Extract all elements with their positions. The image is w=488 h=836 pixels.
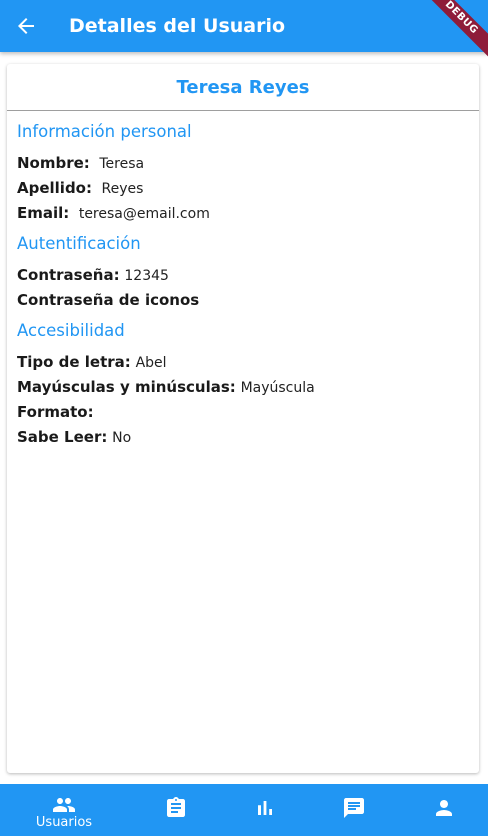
user-full-name: Teresa Reyes [176, 77, 310, 98]
nav-item-usuarios[interactable]: Usuarios [34, 784, 94, 836]
person-icon [436, 800, 452, 816]
field-label: Sabe Leer: [17, 428, 108, 446]
field-label: Apellido: [17, 179, 92, 197]
field-value: Mayúscula [240, 380, 315, 396]
assignment-icon [167, 797, 185, 817]
field-font: Tipo de letra: Abel [17, 351, 167, 374]
field-case: Mayúsculas y minúsculas: Mayúscula [17, 376, 315, 399]
field-value: teresa@email.com [78, 206, 210, 222]
field-icon-password: Contraseña de iconos [17, 289, 199, 311]
field-label: Email: [17, 204, 70, 222]
debug-banner: DEBUG [416, 0, 488, 63]
user-details-card: Teresa Reyes Información personal Nombre… [7, 64, 479, 773]
field-value: Teresa [99, 156, 145, 172]
field-apellido: Apellido: Reyes [17, 177, 143, 200]
section-title-auth: Autentificación [17, 234, 141, 253]
field-label: Tipo de letra: [17, 353, 131, 371]
field-email: Email: teresa@email.com [17, 202, 210, 225]
field-label: Nombre: [17, 154, 90, 172]
card-header: Teresa Reyes [7, 64, 479, 111]
field-password: Contraseña: 12345 [17, 264, 169, 287]
field-nombre: Nombre: Teresa [17, 152, 144, 175]
field-label: Contraseña: [17, 266, 120, 284]
bar-chart-icon [258, 801, 272, 815]
nav-item-stats[interactable] [235, 784, 295, 836]
section-title-accessibility: Accesibilidad [17, 321, 125, 340]
page-title: Detalles del Usuario [69, 15, 286, 37]
field-value: 12345 [124, 268, 169, 284]
nav-item-assignments[interactable] [146, 784, 206, 836]
field-value: Abel [135, 355, 167, 371]
nav-label-usuarios: Usuarios [35, 815, 93, 830]
section-title-personal: Información personal [17, 122, 192, 141]
app-bar: Detalles del Usuario DEBUG [0, 0, 488, 63]
people-icon [53, 798, 75, 812]
field-reads: Sabe Leer: No [17, 426, 131, 449]
user-details-screen: Detalles del Usuario DEBUG Teresa Reyes … [0, 0, 488, 836]
field-format: Formato: [17, 401, 94, 424]
field-label: Contraseña de iconos [17, 291, 200, 309]
back-button[interactable] [10, 10, 42, 42]
bottom-navigation: Usuarios [0, 784, 488, 836]
field-label: Formato: [17, 403, 94, 421]
field-value: Reyes [101, 181, 144, 197]
field-value: No [112, 430, 132, 446]
nav-item-profile[interactable] [414, 784, 474, 836]
field-label: Mayúsculas y minúsculas: [17, 378, 236, 396]
chat-icon [344, 798, 364, 818]
nav-item-chat[interactable] [324, 784, 384, 836]
arrow-back-icon [18, 18, 34, 34]
